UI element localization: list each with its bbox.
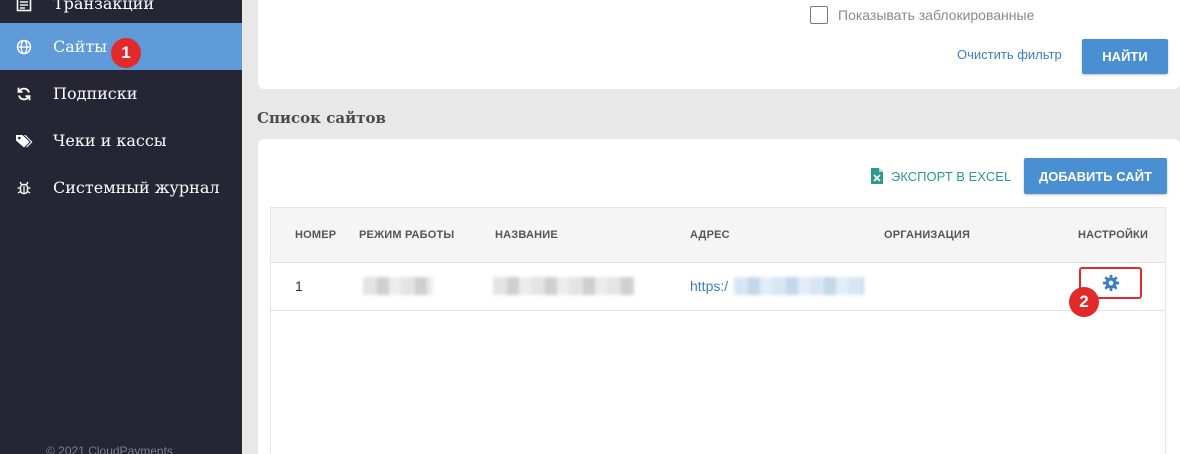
- table-header: НОМЕР РЕЖИМ РАБОТЫ НАЗВАНИЕ АДРЕС ОРГАНИ…: [271, 208, 1165, 263]
- sidebar-item-receipts[interactable]: Чеки и кассы: [0, 117, 242, 164]
- sidebar-item-system-log[interactable]: Системный журнал: [0, 164, 242, 211]
- sidebar-item-label: Системный журнал: [53, 178, 220, 197]
- column-header-mode[interactable]: РЕЖИМ РАБОТЫ: [359, 229, 454, 241]
- receipt-icon: [14, 0, 34, 14]
- table-row[interactable]: 1 https:/: [271, 263, 1165, 311]
- bug-icon: [14, 178, 34, 198]
- column-header-organization[interactable]: ОРГАНИЗАЦИЯ: [884, 229, 970, 241]
- column-header-settings: НАСТРОЙКИ: [1078, 229, 1149, 241]
- sites-table: НОМЕР РЕЖИМ РАБОТЫ НАЗВАНИЕ АДРЕС ОРГАНИ…: [270, 207, 1166, 454]
- sites-card: ЭКСПОРТ В EXCEL ДОБАВИТЬ САЙТ НОМЕР РЕЖИ…: [258, 139, 1180, 454]
- annotation-marker-2: 2: [1069, 287, 1099, 317]
- sidebar-item-label: Сайты: [53, 37, 108, 56]
- column-header-name[interactable]: НАЗВАНИЕ: [495, 229, 558, 241]
- copyright: © 2021 CloudPayments: [46, 444, 173, 454]
- globe-icon: [14, 37, 34, 57]
- show-blocked-checkbox-row[interactable]: Показывать заблокированные: [810, 6, 1034, 24]
- excel-file-icon: [871, 168, 883, 184]
- sidebar: Транзакции Сайты Подписки Чеки и кассы С…: [0, 0, 242, 454]
- clear-filter-link[interactable]: Очистить фильтр: [957, 47, 1062, 62]
- find-button[interactable]: НАЙТИ: [1082, 39, 1168, 74]
- sidebar-item-label: Чеки и кассы: [53, 131, 167, 150]
- sites-section-title: Список сайтов: [257, 109, 386, 127]
- column-header-address[interactable]: АДРЕС: [690, 229, 730, 241]
- blurred-mode: [363, 277, 433, 295]
- show-blocked-label: Показывать заблокированные: [838, 7, 1035, 23]
- annotation-marker-1: 1: [111, 38, 141, 68]
- export-excel-label: ЭКСПОРТ В EXCEL: [891, 168, 1012, 184]
- tags-icon: [14, 131, 34, 151]
- sidebar-item-label: Транзакции: [53, 0, 154, 13]
- sidebar-item-subscriptions[interactable]: Подписки: [0, 70, 242, 117]
- add-site-button[interactable]: ДОБАВИТЬ САЙТ: [1024, 158, 1167, 194]
- column-header-number[interactable]: НОМЕР: [295, 229, 336, 241]
- sidebar-item-label: Подписки: [53, 84, 138, 103]
- blurred-name: [493, 277, 635, 295]
- sync-icon: [14, 84, 34, 104]
- export-excel-link[interactable]: ЭКСПОРТ В EXCEL: [871, 168, 1011, 184]
- row-number: 1: [295, 278, 303, 294]
- site-address-link[interactable]: https:/: [690, 278, 728, 294]
- filter-card: Показывать заблокированные Очистить филь…: [258, 0, 1180, 89]
- blurred-address: [734, 277, 864, 295]
- show-blocked-checkbox[interactable]: [810, 6, 828, 24]
- gear-icon: [1102, 274, 1119, 292]
